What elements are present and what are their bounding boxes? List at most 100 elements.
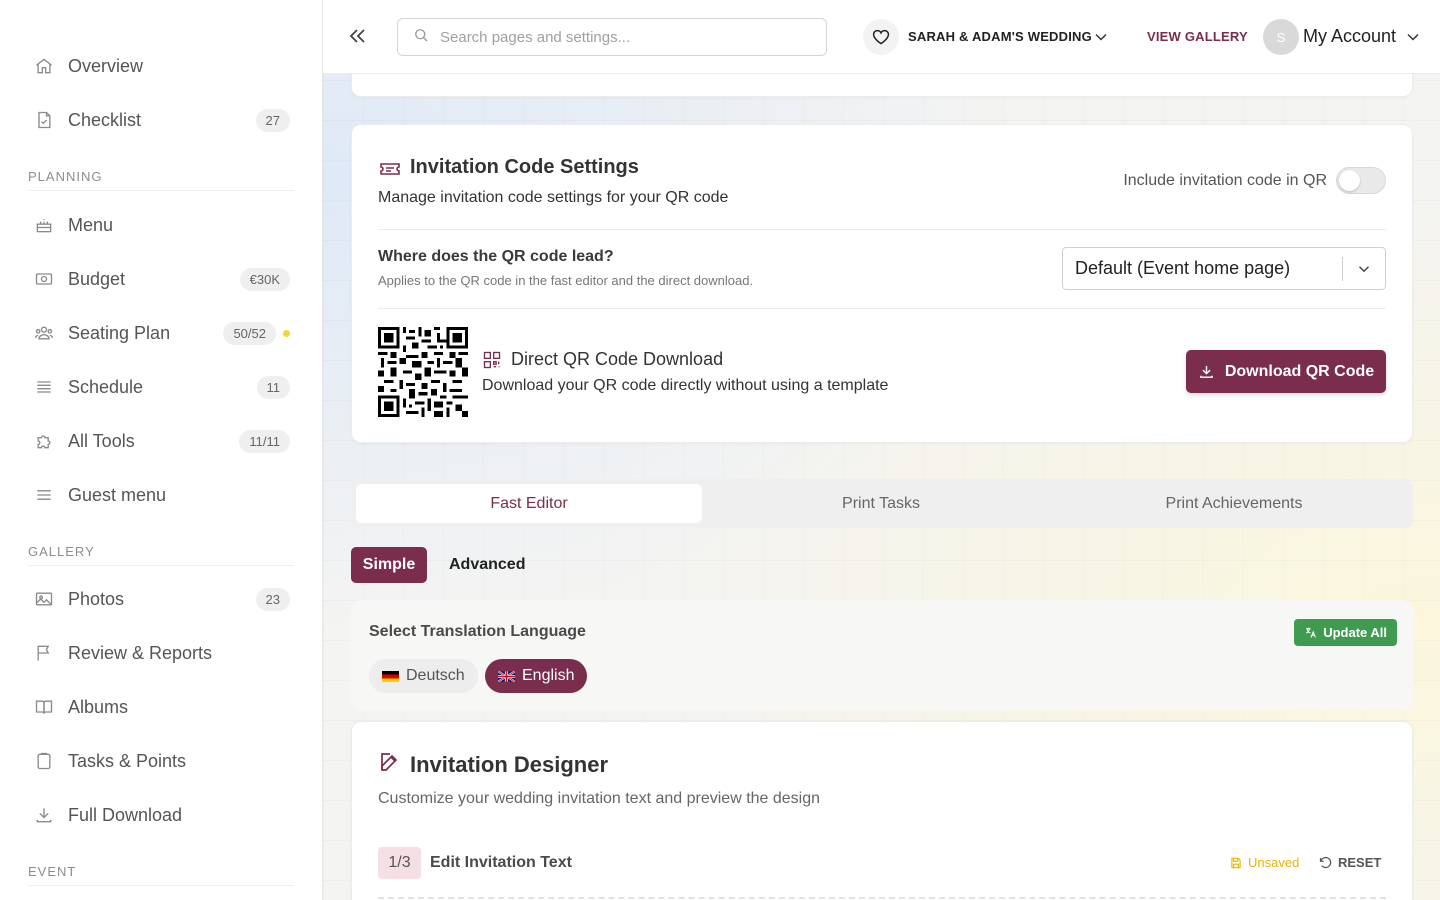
section-title-gallery: GALLERY <box>28 544 294 566</box>
translate-icon <box>1306 627 1317 638</box>
language-chip-deutsch[interactable]: Deutsch <box>369 659 478 693</box>
download-qr-button[interactable]: Download QR Code <box>1186 350 1386 393</box>
sidebar-item-checklist[interactable]: Checklist 27 <box>28 98 294 142</box>
editor-tabs: Fast Editor Print Tasks Print Achievemen… <box>351 479 1413 528</box>
sidebar-item-full-download[interactable]: Full Download <box>28 793 294 837</box>
download-icon <box>34 805 54 825</box>
topbar: SARAH & ADAM'S WEDDING VIEW GALLERY S My… <box>323 0 1440 74</box>
sidebar-item-label: All Tools <box>68 430 135 451</box>
book-icon <box>34 697 54 717</box>
undo-icon <box>1319 856 1332 869</box>
sidebar-item-menu[interactable]: Menu <box>28 203 294 247</box>
language-label: English <box>522 667 575 684</box>
qr-lead-subtitle: Applies to the QR code in the fast edito… <box>378 273 754 288</box>
tab-print-tasks[interactable]: Print Tasks <box>708 484 1054 523</box>
sidebar-item-label: Full Download <box>68 804 183 825</box>
sidebar-item-label: Guest menu <box>68 484 167 505</box>
count-badge: 11/11 <box>239 429 290 453</box>
sidebar-item-label: Photos <box>68 588 125 609</box>
unsaved-status: Unsaved <box>1229 855 1299 870</box>
chevron-down-icon[interactable] <box>1091 27 1111 47</box>
search-icon <box>412 26 430 49</box>
collapse-sidebar-icon[interactable] <box>345 24 369 48</box>
qr-code-image <box>378 327 468 417</box>
view-gallery-link[interactable]: VIEW GALLERY <box>1147 29 1248 44</box>
count-badge: 27 <box>255 108 290 132</box>
chevron-down-icon[interactable] <box>1403 27 1423 47</box>
section-title: Invitation Code Settings <box>410 156 639 178</box>
divider <box>378 308 1386 309</box>
sidebar-item-photos[interactable]: Photos 23 <box>28 577 294 621</box>
download-icon <box>1199 365 1213 378</box>
tab-fast-editor[interactable]: Fast Editor <box>356 484 702 523</box>
section-title-event: EVENT <box>28 864 294 886</box>
language-chip-english[interactable]: English <box>485 659 588 693</box>
sidebar-item-guest-menu[interactable]: Guest menu <box>28 473 294 517</box>
qr-lead-title: Where does the QR code lead? <box>378 248 614 265</box>
sidebar-item-schedule[interactable]: Schedule 11 <box>28 365 294 409</box>
invitation-code-card: Invitation Code Settings Manage invitati… <box>351 124 1413 443</box>
translation-panel: Select Translation Language Update All D… <box>351 600 1413 710</box>
sidebar-item-seating-plan[interactable]: Seating Plan 50/52 <box>28 311 294 355</box>
avatar[interactable]: S <box>1263 19 1299 55</box>
flag-de-icon <box>382 670 399 682</box>
sidebar-item-albums[interactable]: Albums <box>28 685 294 729</box>
status-dot <box>283 330 290 337</box>
sidebar-item-tasks-points[interactable]: Tasks & Points <box>28 739 294 783</box>
divider <box>378 897 1386 899</box>
sidebar-item-label: Albums <box>68 696 129 717</box>
mode-simple-button[interactable]: Simple <box>351 547 427 583</box>
sidebar-item-budget[interactable]: Budget €30K <box>28 257 294 301</box>
image-icon <box>34 589 54 609</box>
sidebar: Overview Checklist 27 PLANNING Menu Budg… <box>0 0 323 900</box>
tab-print-achievements[interactable]: Print Achievements <box>1061 484 1407 523</box>
search-box[interactable] <box>397 18 827 56</box>
count-badge: 11 <box>256 375 290 399</box>
unsaved-label: Unsaved <box>1248 855 1300 870</box>
step-indicator: 1/3 <box>378 847 421 879</box>
people-icon <box>34 323 54 343</box>
reset-button[interactable]: RESET <box>1318 855 1381 870</box>
edit-icon <box>378 750 402 779</box>
cake-icon <box>34 215 54 235</box>
include-code-toggle[interactable] <box>1336 167 1386 194</box>
account-menu[interactable]: My Account <box>1303 26 1396 47</box>
event-selector[interactable]: SARAH & ADAM'S WEDDING <box>908 29 1092 44</box>
sidebar-item-overview[interactable]: Overview <box>28 44 294 88</box>
download-title: Direct QR Code Download <box>511 349 724 369</box>
sidebar-item-label: Menu <box>68 214 114 235</box>
sidebar-item-label: Tasks & Points <box>68 750 187 771</box>
sidebar-item-review-reports[interactable]: Review & Reports <box>28 631 294 675</box>
update-all-button[interactable]: Update All <box>1294 619 1397 646</box>
sidebar-item-label: Seating Plan <box>68 322 171 343</box>
reset-label: RESET <box>1338 855 1382 870</box>
flag-icon <box>34 643 54 663</box>
language-label: Deutsch <box>406 667 465 684</box>
count-badge: 23 <box>255 587 290 611</box>
sidebar-item-label: Schedule <box>68 376 144 397</box>
save-icon <box>1231 857 1241 868</box>
divider <box>378 229 1386 230</box>
count-badge: €30K <box>239 267 290 291</box>
translation-title: Select Translation Language <box>369 623 586 640</box>
hamburger-icon <box>34 485 54 505</box>
qr-destination-select[interactable]: Default (Event home page) <box>1062 247 1386 290</box>
home-icon <box>34 56 54 76</box>
heart-icon[interactable] <box>863 19 899 55</box>
invitation-designer-card: Invitation Designer Customize your weddi… <box>351 721 1413 900</box>
puzzle-icon <box>34 431 54 451</box>
search-input[interactable] <box>440 28 800 46</box>
sidebar-item-label: Budget <box>68 268 126 289</box>
count-badge: 50/52 <box>223 321 276 345</box>
section-title-planning: PLANNING <box>28 169 294 191</box>
download-subtitle: Download your QR code directly without u… <box>482 377 889 394</box>
mode-advanced-button[interactable]: Advanced <box>449 556 525 574</box>
update-all-label: Update All <box>1323 625 1387 640</box>
money-icon <box>34 269 54 289</box>
sidebar-item-all-tools[interactable]: All Tools 11/11 <box>28 419 294 463</box>
download-qr-label: Download QR Code <box>1224 362 1375 380</box>
designer-subtitle: Customize your wedding invitation text a… <box>378 790 821 807</box>
chevron-down-icon <box>1343 260 1385 278</box>
clipboard-icon <box>34 751 54 771</box>
select-value: Default (Event home page) <box>1075 258 1291 278</box>
